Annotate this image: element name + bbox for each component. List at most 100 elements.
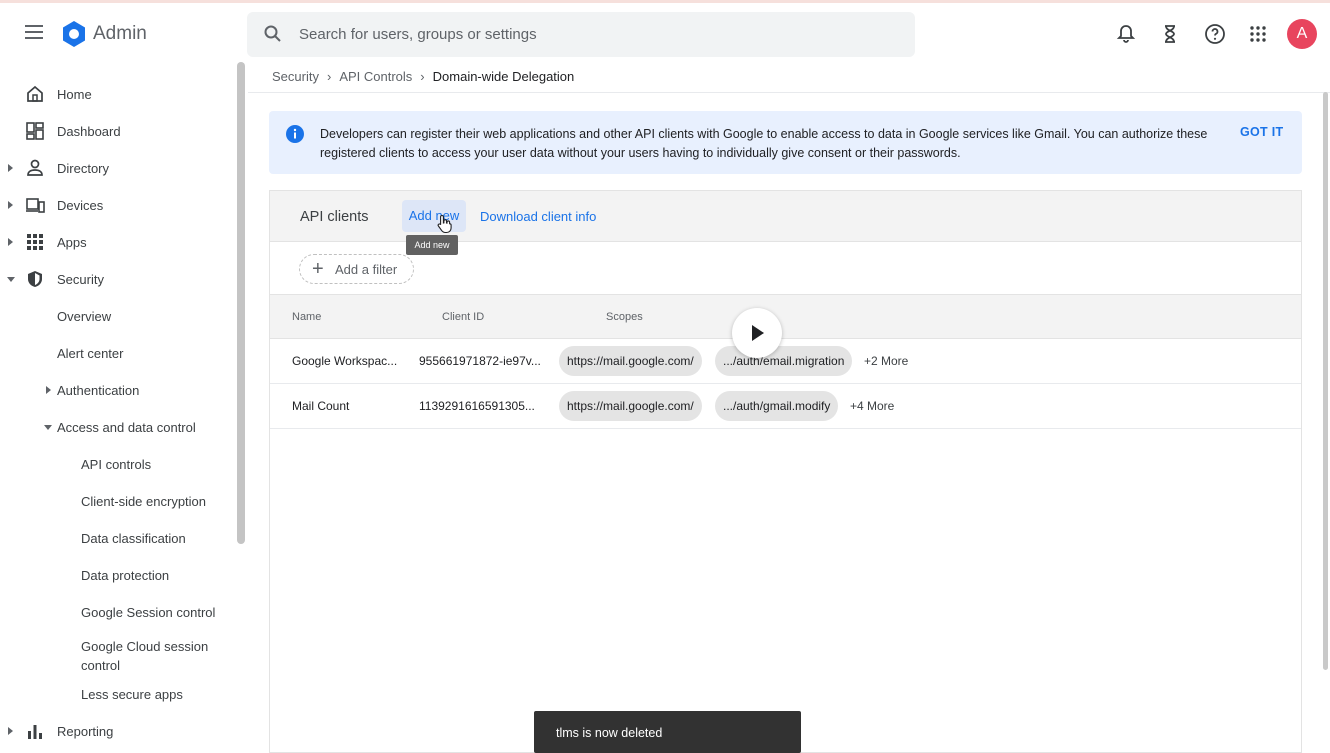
- hourglass-icon[interactable]: [1158, 22, 1182, 46]
- menu-icon[interactable]: [22, 21, 46, 45]
- column-header-client-id[interactable]: Client ID: [442, 311, 484, 323]
- breadcrumb-security[interactable]: Security: [272, 69, 319, 84]
- sidebar-item-label: Authentication: [57, 383, 140, 398]
- table-header: Name Client ID Scopes: [270, 294, 1301, 339]
- more-scopes-link[interactable]: +2 More: [864, 354, 908, 368]
- search-box[interactable]: [247, 12, 915, 57]
- home-icon: [27, 85, 43, 102]
- client-id: 1139291616591305...: [419, 399, 535, 413]
- sidebar-item-label: Access and data control: [57, 420, 196, 435]
- expand-caret-icon[interactable]: [8, 201, 13, 209]
- scope-chip: .../auth/email.migration: [715, 346, 853, 376]
- sidebar-item-reporting[interactable]: Reporting: [0, 714, 236, 748]
- sidebar-scrollbar[interactable]: [237, 62, 245, 544]
- dashboard-icon: [26, 122, 44, 140]
- bar-chart-icon: [28, 725, 42, 739]
- help-icon[interactable]: [1203, 22, 1227, 46]
- sidebar-item-label: Google Cloud session control: [81, 639, 209, 673]
- api-clients-card: API clients Add new Download client info: [269, 190, 1302, 753]
- column-header-scopes[interactable]: Scopes: [606, 311, 643, 323]
- sidebar-item-client-side-encryption[interactable]: Client-side encryption: [0, 484, 236, 518]
- apps-launcher-icon[interactable]: [1246, 22, 1270, 46]
- devices-icon: [26, 198, 45, 213]
- scope-chip: .../auth/gmail.modify: [715, 391, 839, 421]
- admin-logo-icon: [63, 21, 85, 47]
- sidebar-item-dashboard[interactable]: Dashboard: [0, 114, 236, 148]
- sidebar-item-label: Devices: [57, 198, 104, 213]
- header-divider: [248, 92, 1330, 93]
- info-banner: Developers can register their web applic…: [269, 111, 1302, 174]
- sidebar-item-data-protection[interactable]: Data protection: [0, 558, 236, 592]
- sidebar-item-label: Security: [57, 272, 104, 287]
- sidebar-item-label: Data protection: [81, 568, 170, 583]
- sidebar-item-label: Alert center: [57, 346, 124, 361]
- top-bar: Admin A: [0, 0, 1330, 64]
- breadcrumb-chevron-icon: ›: [326, 69, 332, 84]
- download-client-info-button[interactable]: Download client info: [480, 209, 596, 224]
- sidebar-item-alert-center[interactable]: Alert center: [0, 336, 236, 370]
- sidebar-item-label: Client-side encryption: [81, 494, 207, 509]
- sidebar-item-label: Google Session control: [81, 605, 216, 620]
- client-id: 955661971872-ie97v...: [419, 354, 541, 368]
- sidebar-item-api-controls[interactable]: API controls: [0, 447, 236, 481]
- sidebar-item-access-data-control[interactable]: Access and data control: [0, 410, 236, 444]
- table-row[interactable]: Mail Count 1139291616591305... https://m…: [270, 384, 1301, 429]
- breadcrumb: Security › API Controls › Domain-wide Delega…: [272, 69, 574, 84]
- collapse-caret-icon[interactable]: [44, 425, 52, 430]
- avatar[interactable]: A: [1287, 19, 1317, 49]
- sidebar-item-overview[interactable]: Overview: [0, 299, 236, 333]
- scope-chip: https://mail.google.com/: [559, 346, 702, 376]
- sidebar-item-google-session-control[interactable]: Google Session control: [0, 595, 236, 629]
- info-icon: [286, 125, 304, 143]
- sidebar-item-label: Data classification: [81, 531, 186, 546]
- play-icon[interactable]: [732, 308, 782, 358]
- sidebar-item-label: Directory: [57, 161, 110, 176]
- expand-caret-icon[interactable]: [8, 164, 13, 172]
- app-title[interactable]: Admin: [93, 23, 147, 45]
- breadcrumb-api-controls[interactable]: API Controls: [339, 69, 412, 84]
- expand-caret-icon[interactable]: [8, 727, 13, 735]
- client-name: Mail Count: [292, 399, 350, 413]
- sidebar-item-label: Home: [57, 87, 92, 102]
- add-filter-label: Add a filter: [335, 262, 398, 277]
- breadcrumb-current: Domain-wide Delegation: [432, 69, 575, 84]
- info-banner-text: Developers can register their web applic…: [320, 127, 1208, 160]
- sidebar-item-directory[interactable]: Directory: [0, 151, 236, 185]
- sidebar-item-label: Overview: [57, 309, 112, 324]
- add-new-tooltip: Add new: [406, 235, 458, 255]
- sidebar-item-label: Less secure apps: [81, 687, 183, 702]
- client-name: Google Workspac...: [292, 354, 398, 368]
- hand-cursor-icon: [437, 214, 452, 234]
- sidebar-item-less-secure-apps[interactable]: Less secure apps: [0, 677, 236, 711]
- got-it-button[interactable]: GOT IT: [1240, 125, 1283, 139]
- sidebar-item-devices[interactable]: Devices: [0, 188, 236, 222]
- sidebar-item-home[interactable]: Home: [0, 77, 236, 111]
- search-icon: [264, 25, 281, 42]
- sidebar-item-label: Reporting: [57, 724, 114, 739]
- more-scopes-link[interactable]: +4 More: [850, 399, 894, 413]
- sidebar-item-security[interactable]: Security: [0, 262, 236, 296]
- bell-icon[interactable]: [1114, 22, 1138, 46]
- scope-chip: https://mail.google.com/: [559, 391, 702, 421]
- expand-caret-icon[interactable]: [46, 386, 51, 394]
- sidebar-item-label: API controls: [81, 457, 152, 472]
- search-input[interactable]: [299, 12, 899, 57]
- shield-icon: [28, 271, 42, 287]
- column-header-name[interactable]: Name: [292, 311, 321, 323]
- breadcrumb-chevron-icon: ›: [420, 69, 425, 84]
- sidebar-item-label: Apps: [57, 235, 87, 250]
- add-new-button[interactable]: Add new: [402, 200, 466, 232]
- sidebar-item-data-classification[interactable]: Data classification: [0, 521, 236, 555]
- sidebar-item-authentication[interactable]: Authentication: [0, 373, 236, 407]
- collapse-caret-icon[interactable]: [7, 277, 15, 282]
- apps-grid-icon: [27, 234, 43, 250]
- page-scrollbar[interactable]: [1323, 92, 1328, 670]
- table-row[interactable]: Google Workspac... 955661971872-ie97v...…: [270, 339, 1301, 384]
- sidebar-item-google-cloud-session-control[interactable]: Google Cloud session control: [0, 632, 236, 673]
- sidebar-item-apps[interactable]: Apps: [0, 225, 236, 259]
- person-icon: [27, 159, 43, 176]
- card-title: API clients: [300, 209, 369, 225]
- expand-caret-icon[interactable]: [8, 238, 13, 246]
- snackbar: tlms is now deleted: [534, 711, 801, 753]
- add-filter-button[interactable]: + Add a filter: [299, 254, 414, 284]
